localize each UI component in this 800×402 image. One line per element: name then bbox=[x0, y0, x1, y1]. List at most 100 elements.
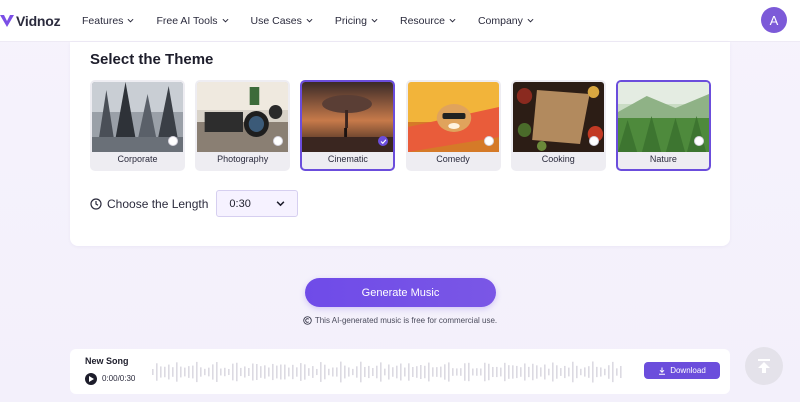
waveform-bar bbox=[320, 362, 322, 382]
waveform-bar bbox=[260, 366, 262, 378]
chevron-down-icon bbox=[127, 18, 134, 23]
waveform-bar bbox=[276, 365, 278, 379]
waveform-bar bbox=[456, 368, 458, 376]
waveform-bar bbox=[224, 367, 226, 377]
waveform-bar bbox=[248, 368, 250, 376]
waveform-bar bbox=[364, 366, 366, 378]
waveform-bar bbox=[508, 365, 510, 379]
waveform-bar bbox=[340, 361, 342, 383]
waveform-bar bbox=[264, 365, 266, 379]
waveform-bar bbox=[548, 368, 550, 376]
waveform-bar bbox=[484, 362, 486, 382]
waveform-bar bbox=[520, 367, 522, 377]
waveform-bar bbox=[452, 368, 454, 376]
nav-label: Resource bbox=[400, 14, 445, 27]
waveform-bar bbox=[620, 365, 622, 379]
scroll-top-button[interactable] bbox=[745, 347, 783, 385]
waveform-bar bbox=[496, 366, 498, 378]
theme-comedy[interactable]: Comedy bbox=[405, 80, 501, 171]
waveform[interactable] bbox=[152, 357, 622, 387]
nav-resource[interactable]: Resource bbox=[400, 15, 456, 27]
clock-icon bbox=[90, 197, 102, 210]
waveform-bar bbox=[372, 367, 374, 377]
waveform-bar bbox=[272, 363, 274, 381]
waveform-bar bbox=[332, 367, 334, 377]
waveform-bar bbox=[480, 368, 482, 376]
waveform-bar bbox=[164, 366, 166, 378]
theme-corporate[interactable]: Corporate bbox=[90, 80, 185, 171]
waveform-bar bbox=[584, 367, 586, 377]
nav-pricing[interactable]: Pricing bbox=[335, 15, 378, 27]
waveform-bar bbox=[464, 363, 466, 381]
waveform-bar bbox=[396, 365, 398, 379]
play-icon bbox=[89, 376, 94, 382]
nav-label: Company bbox=[477, 14, 523, 27]
waveform-bar bbox=[536, 365, 538, 379]
waveform-bar bbox=[500, 367, 502, 377]
theme-list: Corporate Photography Cinematic Comedy C… bbox=[90, 80, 711, 171]
theme-nature[interactable]: Nature bbox=[615, 80, 711, 171]
nav-features[interactable]: Features bbox=[82, 15, 134, 27]
radio-indicator bbox=[168, 136, 178, 146]
length-label: Choose the Length bbox=[107, 196, 209, 211]
waveform-bar bbox=[368, 365, 370, 379]
nav-label: Pricing bbox=[334, 14, 367, 27]
waveform-bar bbox=[380, 362, 382, 382]
waveform-bar bbox=[348, 367, 350, 377]
theme-photography[interactable]: Photography bbox=[195, 80, 291, 171]
waveform-bar bbox=[256, 363, 258, 381]
waveform-bar bbox=[300, 363, 302, 381]
theme-label: Comedy bbox=[436, 154, 470, 164]
waveform-bar bbox=[280, 364, 282, 380]
waveform-bar bbox=[196, 361, 198, 383]
waveform-bar bbox=[312, 366, 314, 378]
waveform-bar bbox=[468, 362, 470, 382]
waveform-bar bbox=[412, 366, 414, 378]
radio-indicator bbox=[693, 136, 704, 146]
download-label: Download bbox=[670, 366, 706, 375]
waveform-bar bbox=[336, 367, 338, 377]
waveform-bar bbox=[244, 366, 246, 378]
waveform-bar bbox=[408, 363, 410, 381]
waveform-bar bbox=[416, 366, 418, 378]
note-text: This AI-generated music is free for comm… bbox=[314, 316, 498, 325]
waveform-bar bbox=[204, 368, 206, 376]
download-button[interactable]: Download bbox=[644, 362, 720, 379]
waveform-bar bbox=[476, 368, 478, 376]
generate-music-button[interactable]: Generate Music bbox=[305, 278, 496, 307]
commercial-use-note: This AI-generated music is free for comm… bbox=[0, 316, 800, 325]
waveform-bar bbox=[444, 364, 446, 380]
waveform-bar bbox=[296, 367, 298, 377]
check-icon bbox=[381, 139, 387, 145]
waveform-bar bbox=[360, 361, 362, 383]
song-title: New Song bbox=[85, 356, 129, 366]
nav-company[interactable]: Company bbox=[478, 15, 534, 27]
waveform-bar bbox=[304, 364, 306, 380]
nav-free-ai-tools[interactable]: Free AI Tools bbox=[156, 15, 229, 27]
waveform-bar bbox=[404, 367, 406, 377]
waveform-bar bbox=[192, 365, 194, 379]
waveform-bar bbox=[240, 367, 242, 377]
length-value: 0:30 bbox=[229, 197, 251, 210]
theme-cooking[interactable]: Cooking bbox=[510, 80, 606, 171]
chevron-down-icon bbox=[306, 18, 313, 23]
waveform-bar bbox=[524, 363, 526, 381]
logo[interactable]: Vidnoz bbox=[0, 13, 70, 29]
waveform-bar bbox=[324, 364, 326, 380]
avatar[interactable]: A bbox=[761, 7, 787, 33]
play-button[interactable] bbox=[85, 373, 97, 385]
waveform-bar bbox=[188, 366, 190, 378]
theme-cinematic[interactable]: Cinematic bbox=[300, 80, 396, 171]
waveform-bar bbox=[392, 367, 394, 377]
theme-card: Select the Theme Corporate Photography C… bbox=[70, 42, 730, 246]
waveform-bar bbox=[560, 368, 562, 376]
waveform-bar bbox=[216, 362, 218, 382]
waveform-bar bbox=[388, 364, 390, 380]
playback-time: 0:00/0:30 bbox=[102, 374, 136, 383]
waveform-bar bbox=[552, 362, 554, 382]
length-select[interactable]: 0:30 bbox=[216, 190, 299, 217]
audio-player: New Song 0:00/0:30 Download bbox=[70, 349, 730, 394]
nav-use-cases[interactable]: Use Cases bbox=[251, 15, 313, 27]
waveform-bar bbox=[580, 368, 582, 376]
waveform-bar bbox=[344, 365, 346, 379]
